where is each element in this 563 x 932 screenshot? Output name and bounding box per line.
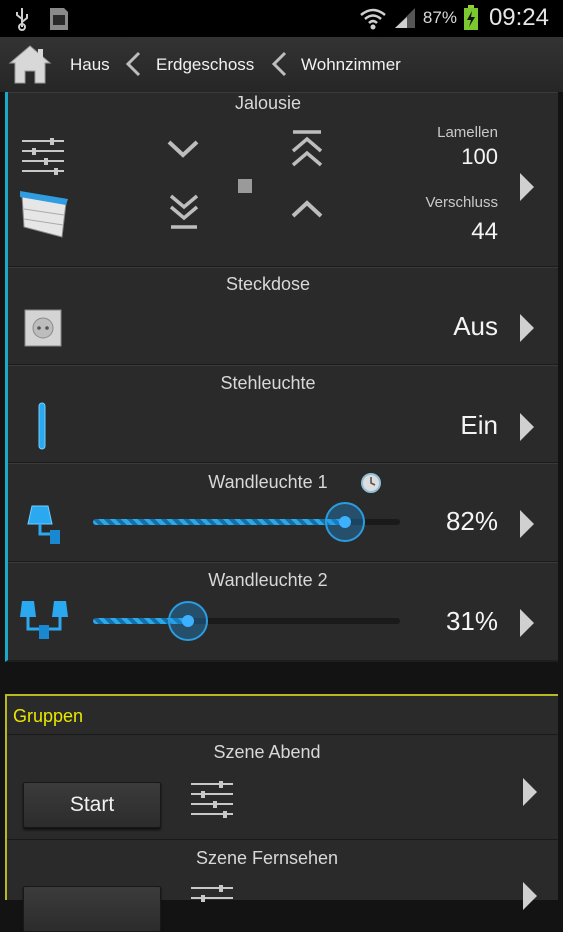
verschluss-label: Verschluss — [425, 194, 498, 211]
settings-sliders-icon[interactable] — [189, 780, 235, 822]
socket-icon — [24, 309, 62, 347]
wandleuchte1-value: 82% — [445, 506, 498, 536]
home-icon[interactable] — [8, 43, 52, 85]
breadcrumb-erdgeschoss[interactable]: Erdgeschoss — [156, 55, 254, 75]
start-button[interactable] — [23, 886, 161, 932]
battery-charging-icon — [463, 5, 478, 30]
device-row-wandleuchte-1: Wandleuchte 1 82% — [8, 463, 558, 562]
settings-sliders-icon[interactable] — [20, 137, 66, 179]
device-row-steckdose: Steckdose Aus — [8, 267, 558, 365]
device-title: Wandleuchte 1 — [208, 472, 328, 492]
double-wall-lamp-icon — [20, 601, 68, 639]
up-icon[interactable] — [290, 197, 324, 221]
wandleuchte2-value: 31% — [445, 606, 498, 636]
chevron-right-icon[interactable] — [521, 880, 539, 912]
divider — [7, 839, 558, 840]
chevron-right-icon[interactable] — [518, 312, 536, 344]
wall-lamp-icon — [27, 505, 60, 544]
scene-title: Szene Abend — [213, 742, 321, 762]
start-button[interactable]: Start — [23, 782, 161, 828]
wifi-icon — [360, 8, 386, 30]
device-title: Steckdose — [225, 274, 311, 294]
divider — [7, 734, 558, 735]
breadcrumb-haus[interactable]: Haus — [70, 55, 110, 75]
devices-panel: Jalousie Lamellen 100 Verschluss 44 Stec… — [5, 92, 558, 662]
down-icon[interactable] — [166, 137, 200, 161]
breadcrumb-wohnzimmer[interactable]: Wohnzimmer — [301, 55, 401, 75]
blind-icon — [20, 191, 68, 238]
signal-icon — [394, 8, 415, 28]
groups-panel: Gruppen Szene Abend Start Szene Fernsehe… — [5, 694, 558, 932]
device-title: Wandleuchte 2 — [208, 570, 328, 590]
chevron-left-icon — [271, 51, 287, 77]
chevron-right-icon[interactable] — [518, 607, 536, 639]
lamellen-label: Lamellen — [437, 124, 498, 141]
verschluss-value: 44 — [471, 218, 498, 245]
chevron-left-icon — [125, 51, 141, 77]
slider-thumb[interactable] — [168, 601, 209, 641]
chevron-right-icon[interactable] — [518, 411, 536, 443]
device-row-wandleuchte-2: Wandleuchte 2 31% — [8, 562, 558, 660]
device-row-stehleuchte: Stehleuchte Ein — [8, 365, 558, 463]
device-row-jalousie: Jalousie Lamellen 100 Verschluss 44 — [8, 92, 558, 267]
down-full-icon[interactable] — [168, 193, 200, 231]
groups-title: Gruppen — [13, 706, 84, 726]
slider-fill — [93, 519, 345, 525]
usb-icon — [16, 8, 28, 31]
timer-icon — [361, 473, 381, 493]
sd-card-icon — [50, 8, 68, 30]
status-bar: 87% 09:24 — [0, 0, 563, 37]
slider-thumb[interactable] — [324, 502, 365, 542]
scene-title: Szene Fernsehen — [195, 848, 339, 868]
breadcrumb: Haus Erdgeschoss Wohnzimmer — [0, 37, 563, 93]
steckdose-value: Aus — [453, 311, 498, 341]
settings-sliders-icon[interactable] — [189, 884, 235, 926]
lamellen-value: 100 — [461, 144, 498, 169]
device-title: Stehleuchte — [220, 373, 316, 393]
device-title: Jalousie — [234, 93, 302, 113]
up-full-icon[interactable] — [290, 129, 324, 169]
floor-lamp-icon — [38, 402, 46, 450]
stop-icon[interactable] — [238, 179, 252, 193]
clock: 09:24 — [488, 4, 549, 31]
battery-percent: 87% — [422, 8, 457, 27]
chevron-right-icon[interactable] — [521, 776, 539, 808]
chevron-right-icon[interactable] — [518, 171, 536, 203]
chevron-right-icon[interactable] — [518, 508, 536, 540]
stehleuchte-value: Ein — [460, 410, 498, 440]
